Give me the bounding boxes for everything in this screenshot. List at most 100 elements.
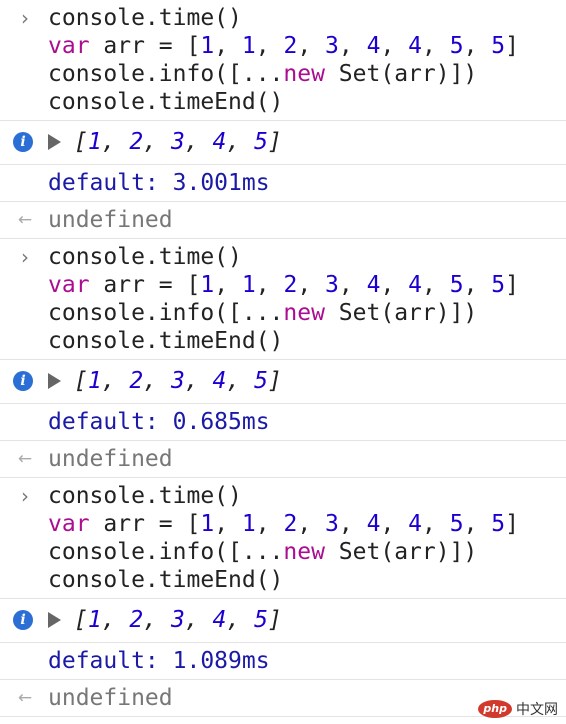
console-input-entry[interactable]: › console.time() var arr = [1, 1, 2, 3, 4,…	[0, 478, 566, 599]
code-text: arr = [	[89, 33, 201, 59]
number-literal: 2	[283, 33, 298, 59]
console-timer-entry: default: 1.089ms	[0, 643, 566, 680]
code-text: arr = [	[89, 272, 201, 298]
array-item: 5	[254, 368, 268, 394]
php-logo: php	[478, 700, 512, 718]
array-item: 3	[170, 368, 185, 394]
chevron-right-icon: ›	[21, 484, 29, 508]
info-icon: i	[13, 132, 33, 152]
console-info-entry: i [1, 2, 3, 4, 5]	[0, 360, 566, 404]
number-literal: 5	[449, 33, 464, 59]
code-line: var arr = [1, 1, 2, 3, 4, 4, 5, 5]	[48, 272, 519, 298]
number-literal: 5	[491, 511, 506, 537]
keyword-var: var	[48, 33, 90, 59]
code-text: console.info([...	[48, 61, 284, 87]
result-value: undefined	[48, 685, 173, 711]
number-literal: 1	[200, 511, 215, 537]
number-literal: 5	[449, 272, 464, 298]
info-icon: i	[13, 610, 33, 630]
console-result-entry: ← undefined	[0, 441, 566, 478]
code-text: Set(arr)])	[324, 539, 478, 565]
timer-output: default: 3.001ms	[48, 168, 270, 198]
array-item: 3	[170, 607, 185, 633]
number-literal: 1	[200, 272, 215, 298]
number-literal: 1	[200, 33, 215, 59]
code-line: console.timeEnd()	[48, 328, 284, 354]
result-value: undefined	[48, 207, 173, 233]
code-text: Set(arr)])	[324, 300, 478, 326]
info-icon: i	[13, 371, 33, 391]
code-line: var arr = [1, 1, 2, 3, 4, 4, 5, 5]	[48, 33, 519, 59]
console-info-entry: i [1, 2, 3, 4, 5]	[0, 121, 566, 165]
expand-triangle-icon[interactable]	[48, 612, 61, 628]
code-text: arr = [	[89, 511, 201, 537]
array-item: 4	[212, 129, 227, 155]
expand-triangle-icon[interactable]	[48, 134, 61, 150]
expand-triangle-icon[interactable]	[48, 373, 61, 389]
number-literal: 4	[366, 511, 381, 537]
number-literal: 4	[366, 33, 381, 59]
array-output[interactable]: [1, 2, 3, 4, 5]	[74, 605, 282, 635]
keyword-var: var	[48, 272, 90, 298]
timer-value: 0.685ms	[172, 409, 270, 435]
code-line: console.time()	[48, 483, 242, 509]
chevron-right-icon: ›	[21, 245, 29, 269]
watermark: php 中文网	[478, 698, 558, 720]
number-literal: 3	[325, 33, 339, 59]
code-line: var arr = [1, 1, 2, 3, 4, 4, 5, 5]	[48, 511, 519, 537]
number-literal: 4	[408, 33, 422, 59]
chevron-right-icon: ›	[21, 6, 29, 30]
number-literal: 4	[408, 272, 422, 298]
timer-output: default: 0.685ms	[48, 407, 270, 437]
number-literal: 1	[241, 272, 256, 298]
array-output[interactable]: [1, 2, 3, 4, 5]	[74, 366, 282, 396]
code-text: Set(arr)])	[324, 61, 478, 87]
array-item: 2	[129, 368, 144, 394]
number-literal: 5	[491, 33, 506, 59]
number-literal: 4	[408, 511, 422, 537]
array-item: 1	[87, 607, 102, 633]
result-arrow-icon: ←	[17, 449, 33, 469]
result-arrow-icon: ←	[17, 210, 33, 230]
array-item: 2	[129, 129, 144, 155]
array-item: 1	[87, 368, 102, 394]
console-timer-entry: default: 3.001ms	[0, 165, 566, 202]
keyword-new: new	[283, 300, 325, 326]
array-item: 2	[129, 607, 144, 633]
code-line: console.time()	[48, 5, 242, 31]
console-result-entry: ← undefined	[0, 202, 566, 239]
number-literal: 1	[241, 33, 256, 59]
timer-label: default:	[48, 170, 173, 196]
array-item: 1	[87, 129, 102, 155]
code-line: console.info([...new Set(arr)])	[48, 538, 566, 566]
console-input-entry[interactable]: › console.time() var arr = [1, 1, 2, 3, 4,…	[0, 0, 566, 121]
code-line: console.info([...new Set(arr)])	[48, 299, 566, 327]
keyword-new: new	[283, 539, 325, 565]
console-timer-entry: default: 0.685ms	[0, 404, 566, 441]
keyword-new: new	[283, 61, 325, 87]
array-item: 4	[212, 607, 227, 633]
code-text: console.info([...	[48, 539, 284, 565]
number-literal: 3	[325, 272, 339, 298]
timer-label: default:	[48, 648, 173, 674]
number-literal: 2	[283, 511, 298, 537]
array-item: 5	[254, 607, 268, 633]
result-arrow-icon: ←	[17, 688, 33, 708]
array-item: 5	[254, 129, 268, 155]
result-value: undefined	[48, 446, 173, 472]
code-line: console.timeEnd()	[48, 567, 284, 593]
console-input-entry[interactable]: › console.time() var arr = [1, 1, 2, 3, 4,…	[0, 239, 566, 360]
devtools-console: › console.time() var arr = [1, 1, 2, 3, 4,…	[0, 0, 566, 724]
array-item: 3	[170, 129, 185, 155]
timer-value: 3.001ms	[172, 170, 270, 196]
code-line: console.time()	[48, 244, 242, 270]
timer-output: default: 1.089ms	[48, 646, 270, 676]
number-literal: 5	[449, 511, 464, 537]
code-line: console.timeEnd()	[48, 89, 284, 115]
array-output[interactable]: [1, 2, 3, 4, 5]	[74, 127, 282, 157]
code-line: console.info([...new Set(arr)])	[48, 60, 566, 88]
watermark-text: 中文网	[516, 702, 558, 718]
keyword-var: var	[48, 511, 90, 537]
timer-label: default:	[48, 409, 173, 435]
code-text: console.info([...	[48, 300, 284, 326]
